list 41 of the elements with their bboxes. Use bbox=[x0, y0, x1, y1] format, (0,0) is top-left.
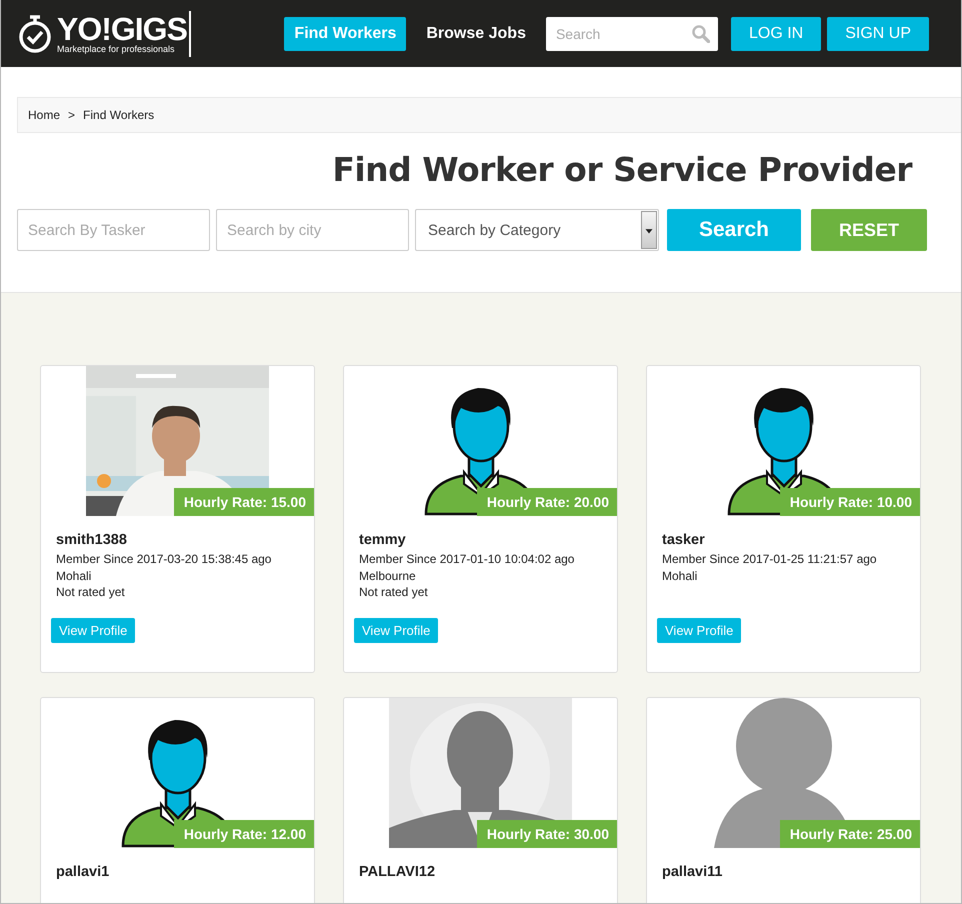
rating-status: Not rated yet bbox=[359, 584, 429, 600]
worker-name: tasker bbox=[662, 532, 706, 548]
member-since: Member Since 2017-01-10 10:04:02 ago bbox=[359, 551, 576, 568]
stopwatch-icon bbox=[17, 14, 53, 54]
reset-button[interactable]: RESET bbox=[811, 209, 927, 251]
hourly-rate-badge: Hourly Rate: 10.00 bbox=[780, 488, 920, 516]
logo-tagline: Marketplace for professionals bbox=[57, 44, 176, 54]
breadcrumb-current: Find Workers bbox=[83, 108, 154, 122]
logo-text: YO!GIGS bbox=[57, 14, 187, 44]
view-profile-button[interactable]: View Profile bbox=[657, 618, 742, 642]
login-button[interactable]: LOG IN bbox=[730, 16, 822, 50]
hourly-rate-badge: Hourly Rate: 15.00 bbox=[174, 488, 314, 516]
nav-link[interactable]: Find Workers bbox=[284, 16, 406, 50]
member-since: Member Since 2017-01-25 11:21:57 ago bbox=[662, 551, 878, 568]
page-title: Find Worker or Service Provider bbox=[331, 150, 912, 189]
view-profile-button[interactable]: View Profile bbox=[354, 618, 438, 642]
worker-city: Melbourne bbox=[359, 568, 417, 584]
nav-link[interactable]: Browse Jobs bbox=[416, 16, 536, 50]
worker-name: pallavi1 bbox=[56, 864, 110, 880]
breadcrumb-separator: > bbox=[68, 108, 76, 122]
worker-name: temmy bbox=[359, 532, 407, 548]
worker-city: Mohali bbox=[662, 568, 698, 584]
breadcrumb-link[interactable]: Home bbox=[28, 108, 60, 122]
worker-name: pallavi11 bbox=[662, 864, 724, 880]
logo[interactable]: YO!GIGS Marketplace for professionals bbox=[17, 10, 191, 56]
hourly-rate-badge: Hourly Rate: 20.00 bbox=[476, 488, 617, 516]
worker-city: Mohali bbox=[56, 568, 92, 584]
worker-name: PALLAVI12 bbox=[359, 864, 436, 880]
rating-status: Not rated yet bbox=[56, 584, 126, 600]
hourly-rate-badge: Hourly Rate: 30.00 bbox=[476, 820, 617, 848]
worker-name: smith1388 bbox=[56, 532, 128, 548]
search-button[interactable]: Search bbox=[667, 209, 801, 251]
category-dropdown[interactable]: Search by Category bbox=[415, 209, 659, 251]
hourly-rate-badge: Hourly Rate: 25.00 bbox=[780, 820, 920, 848]
city-search-field[interactable]: Search by city bbox=[216, 209, 409, 251]
member-since: Member Since 2017-03-20 15:38:45 ago bbox=[56, 551, 272, 568]
signup-button[interactable]: SIGN UP bbox=[827, 16, 929, 50]
tasker-search-field[interactable]: Search By Tasker bbox=[17, 209, 210, 251]
view-profile-button[interactable]: View Profile bbox=[51, 618, 136, 642]
search-field[interactable]: Search bbox=[546, 16, 718, 50]
hourly-rate-badge: Hourly Rate: 12.00 bbox=[174, 820, 314, 848]
